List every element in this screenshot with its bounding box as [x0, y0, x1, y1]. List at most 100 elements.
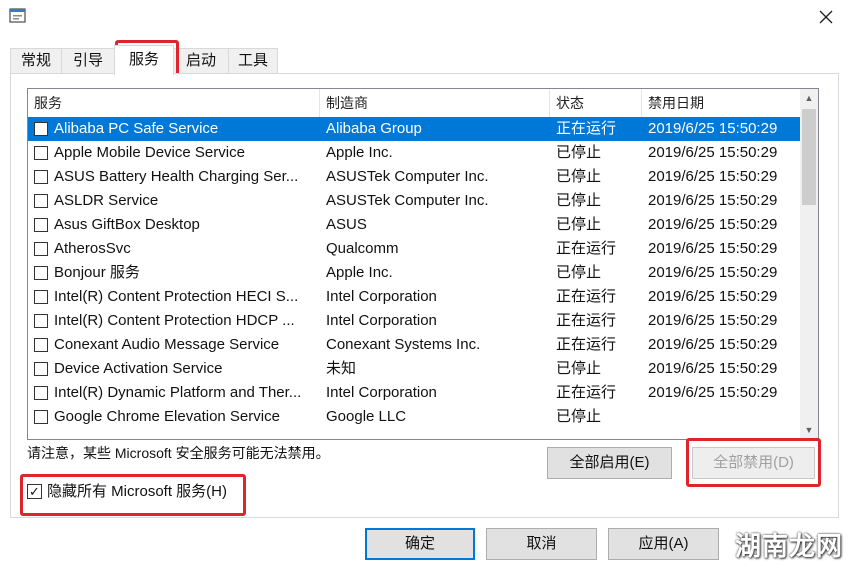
- service-status: 正在运行: [556, 240, 617, 257]
- service-name: Asus GiftBox Desktop: [54, 216, 200, 233]
- service-maker: ASUS: [326, 216, 367, 233]
- service-disable-date: 2019/6/25 15:50:29: [648, 288, 778, 305]
- ok-button[interactable]: 确定: [365, 528, 475, 560]
- tab-services[interactable]: 服务: [114, 45, 174, 75]
- service-disable-date: 2019/6/25 15:50:29: [648, 312, 778, 329]
- table-row[interactable]: Google Chrome Elevation Service Google LL…: [28, 405, 801, 429]
- header-maker[interactable]: 制造商: [320, 89, 550, 117]
- service-name: Google Chrome Elevation Service: [54, 408, 280, 425]
- service-maker: Conexant Systems Inc.: [326, 336, 481, 353]
- service-status: 已停止: [556, 264, 602, 281]
- row-checkbox[interactable]: [34, 194, 48, 208]
- enable-all-button[interactable]: 全部启用(E): [547, 447, 672, 479]
- row-checkbox[interactable]: [34, 338, 48, 352]
- header-name[interactable]: 服务: [28, 89, 320, 117]
- service-disable-date: 2019/6/25 15:50:29: [648, 216, 778, 233]
- service-name: Conexant Audio Message Service: [54, 336, 280, 353]
- table-row[interactable]: Conexant Audio Message Service Conexant S…: [28, 333, 801, 357]
- table-row[interactable]: AtherosSvc Qualcomm 正在运行 2019/6/25 15:50:29: [28, 237, 801, 261]
- service-maker: Intel Corporation: [326, 288, 437, 305]
- table-row[interactable]: ASLDR Service ASUSTek Computer Inc. 已停止 201…: [28, 189, 801, 213]
- services-list: 服务 制造商 状态 禁用日期 Alibaba PC Safe Service Al…: [27, 88, 819, 440]
- watermark-logo: 湖南龙网: [734, 531, 843, 561]
- row-checkbox[interactable]: [34, 170, 48, 184]
- row-checkbox[interactable]: [34, 410, 48, 424]
- service-status: 已停止: [556, 144, 602, 161]
- row-checkbox[interactable]: [34, 122, 48, 136]
- service-name: Bonjour 服务: [54, 264, 140, 281]
- tab-boot[interactable]: 引导: [61, 48, 115, 74]
- service-status: 正在运行: [556, 336, 617, 353]
- service-disable-date: 2019/6/25 15:50:29: [648, 336, 778, 353]
- service-disable-date: 2019/6/25 15:50:29: [648, 168, 778, 185]
- service-name: Alibaba PC Safe Service: [54, 120, 219, 137]
- service-status: 正在运行: [556, 120, 617, 137]
- service-status: 已停止: [556, 168, 602, 185]
- service-status: 已停止: [556, 360, 602, 377]
- service-maker: Apple Inc.: [326, 144, 393, 161]
- scroll-thumb[interactable]: [802, 109, 816, 205]
- service-maker: ASUSTek Computer Inc.: [326, 192, 489, 209]
- service-name: Intel(R) Dynamic Platform and Ther...: [54, 384, 302, 401]
- service-maker: Apple Inc.: [326, 264, 393, 281]
- row-checkbox[interactable]: [34, 314, 48, 328]
- tab-general[interactable]: 常规: [10, 48, 62, 74]
- service-maker: 未知: [326, 360, 357, 377]
- row-checkbox[interactable]: [34, 290, 48, 304]
- service-disable-date: 2019/6/25 15:50:29: [648, 384, 778, 401]
- table-row[interactable]: Asus GiftBox Desktop ASUS 已停止 2019/6/25 15:…: [28, 213, 801, 237]
- table-row[interactable]: Intel(R) Dynamic Platform and Ther... Int…: [28, 381, 801, 405]
- service-name: AtherosSvc: [54, 240, 131, 257]
- list-rows: Alibaba PC Safe Service Alibaba Group 正在运行…: [28, 117, 801, 429]
- service-status: 正在运行: [556, 384, 617, 401]
- app-window-icon: [9, 8, 26, 23]
- service-name: Intel(R) Content Protection HDCP ...: [54, 312, 295, 329]
- tab-startup[interactable]: 启动: [173, 48, 229, 74]
- service-disable-date: 2019/6/25 15:50:29: [648, 360, 778, 377]
- disable-all-button[interactable]: 全部禁用(D): [692, 447, 815, 479]
- service-name: Apple Mobile Device Service: [54, 144, 245, 161]
- service-disable-date: 2019/6/25 15:50:29: [648, 240, 778, 257]
- header-disable-date[interactable]: 禁用日期: [642, 89, 801, 117]
- service-name: Device Activation Service: [54, 360, 223, 377]
- table-row[interactable]: Bonjour 服务 Apple Inc. 已停止 2019/6/25 15:50:2…: [28, 261, 801, 285]
- service-disable-date: [648, 405, 800, 429]
- service-maker: Alibaba Group: [326, 120, 422, 137]
- apply-button[interactable]: 应用(A): [608, 528, 719, 560]
- scroll-down-icon[interactable]: ▼: [800, 421, 818, 439]
- service-disable-date: 2019/6/25 15:50:29: [648, 144, 778, 161]
- table-row[interactable]: ASUS Battery Health Charging Ser... ASUST…: [28, 165, 801, 189]
- row-checkbox[interactable]: [34, 386, 48, 400]
- service-status: 已停止: [556, 408, 602, 425]
- close-icon[interactable]: [815, 6, 837, 28]
- service-status: 正在运行: [556, 288, 617, 305]
- service-maker: Qualcomm: [326, 240, 399, 257]
- cancel-button[interactable]: 取消: [486, 528, 597, 560]
- notice-text: 请注意，某些 Microsoft 安全服务可能无法禁用。: [27, 445, 330, 461]
- service-name: ASLDR Service: [54, 192, 159, 209]
- table-row[interactable]: Intel(R) Content Protection HDCP ... Inte…: [28, 309, 801, 333]
- table-row[interactable]: Alibaba PC Safe Service Alibaba Group 正在运行…: [28, 117, 801, 141]
- service-maker: Google LLC: [326, 408, 407, 425]
- service-maker: Intel Corporation: [326, 312, 437, 329]
- row-checkbox[interactable]: [34, 218, 48, 232]
- scroll-up-icon[interactable]: ▲: [800, 89, 818, 107]
- row-checkbox[interactable]: [34, 146, 48, 160]
- header-status[interactable]: 状态: [550, 89, 642, 117]
- service-maker: ASUSTek Computer Inc.: [326, 168, 489, 185]
- list-header: 服务 制造商 状态 禁用日期: [28, 89, 801, 117]
- list-scrollbar[interactable]: ▲ ▼: [800, 89, 818, 439]
- checkbox-check-icon[interactable]: ✓: [27, 484, 42, 499]
- table-row[interactable]: Apple Mobile Device Service Apple Inc. 已停止…: [28, 141, 801, 165]
- service-name: ASUS Battery Health Charging Ser...: [54, 168, 299, 185]
- table-row[interactable]: Intel(R) Content Protection HECI S... Int…: [28, 285, 801, 309]
- row-checkbox[interactable]: [34, 266, 48, 280]
- row-checkbox[interactable]: [34, 242, 48, 256]
- service-maker: Intel Corporation: [326, 384, 437, 401]
- service-disable-date: 2019/6/25 15:50:29: [648, 264, 778, 281]
- row-checkbox[interactable]: [34, 362, 48, 376]
- service-name: Intel(R) Content Protection HECI S...: [54, 288, 299, 305]
- tab-tools[interactable]: 工具: [228, 48, 278, 74]
- table-row[interactable]: Device Activation Service 未知 已停止 2019/6/25 …: [28, 357, 801, 381]
- service-status: 正在运行: [556, 312, 617, 329]
